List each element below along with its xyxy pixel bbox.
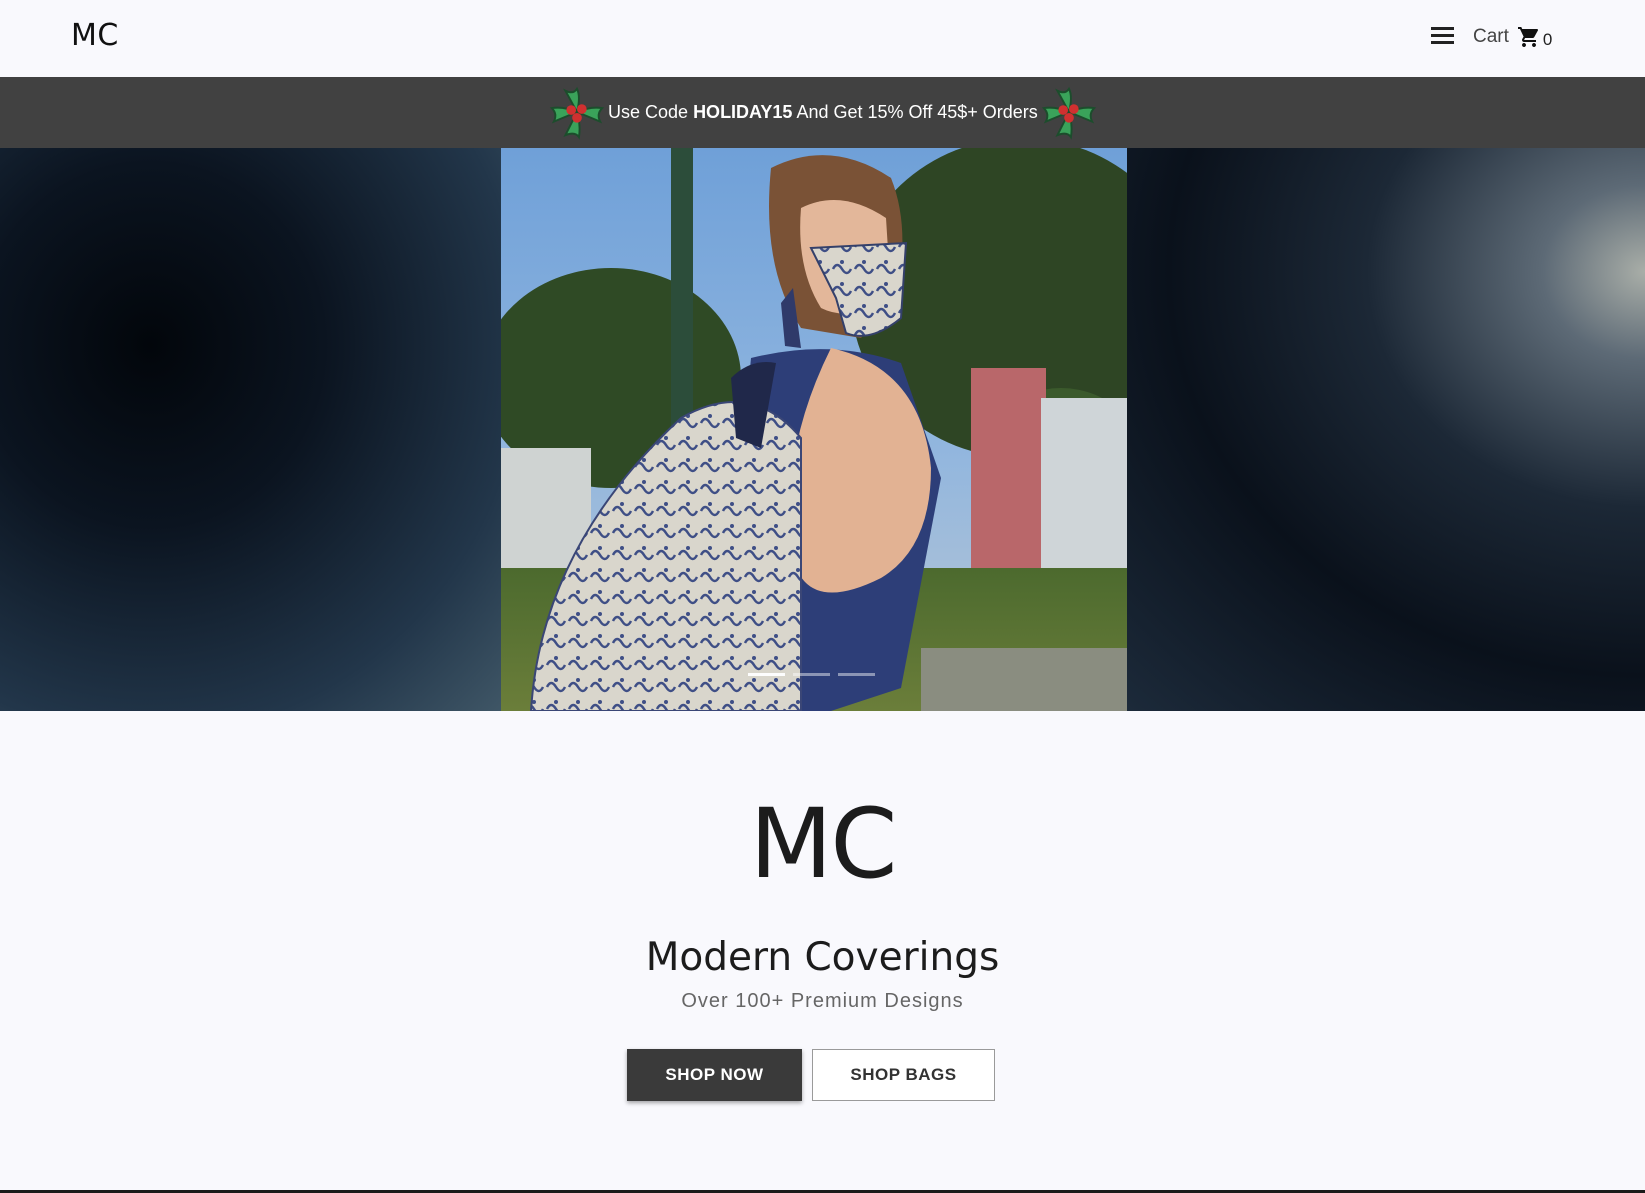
holly-icon bbox=[1041, 86, 1096, 140]
cart-label: Cart bbox=[1473, 26, 1509, 47]
promo-suffix: And Get 15% Off 45$+ Orders bbox=[796, 101, 1038, 122]
hero-photo bbox=[501, 148, 1127, 711]
hero-carousel[interactable] bbox=[0, 148, 1645, 711]
carousel-indicators bbox=[748, 673, 875, 676]
hero-blur-right bbox=[1127, 148, 1645, 711]
carousel-dot-3[interactable] bbox=[838, 673, 875, 676]
cart-count: 0 bbox=[1542, 30, 1553, 49]
carousel-dot-1[interactable] bbox=[748, 673, 785, 676]
promo-prefix: Use Code bbox=[608, 101, 689, 122]
cart-button[interactable]: Cart 0 bbox=[1473, 24, 1552, 50]
hamburger-menu-icon[interactable] bbox=[1430, 27, 1456, 47]
promo-text: Use Code HOLIDAY15 And Get 15% Off 45$+ … bbox=[608, 102, 1038, 123]
top-navbar: MC Cart 0 bbox=[0, 0, 1645, 77]
shopping-cart-icon bbox=[1517, 27, 1538, 47]
shop-now-button[interactable]: SHOP NOW bbox=[627, 1049, 802, 1101]
shop-bags-button[interactable]: SHOP BAGS bbox=[812, 1049, 995, 1101]
carousel-dot-2[interactable] bbox=[793, 673, 830, 676]
site-logo[interactable]: MC bbox=[71, 18, 119, 53]
page-subtitle: Over 100+ Premium Designs bbox=[681, 990, 964, 1012]
promo-code: HOLIDAY15 bbox=[693, 101, 793, 122]
brand-logo-large: MC bbox=[749, 788, 898, 900]
holly-icon bbox=[549, 86, 605, 140]
promo-banner: Use Code HOLIDAY15 And Get 15% Off 45$+ … bbox=[0, 77, 1645, 148]
hero-blur-left bbox=[0, 148, 501, 711]
page-title: Modern Coverings bbox=[645, 935, 1000, 980]
